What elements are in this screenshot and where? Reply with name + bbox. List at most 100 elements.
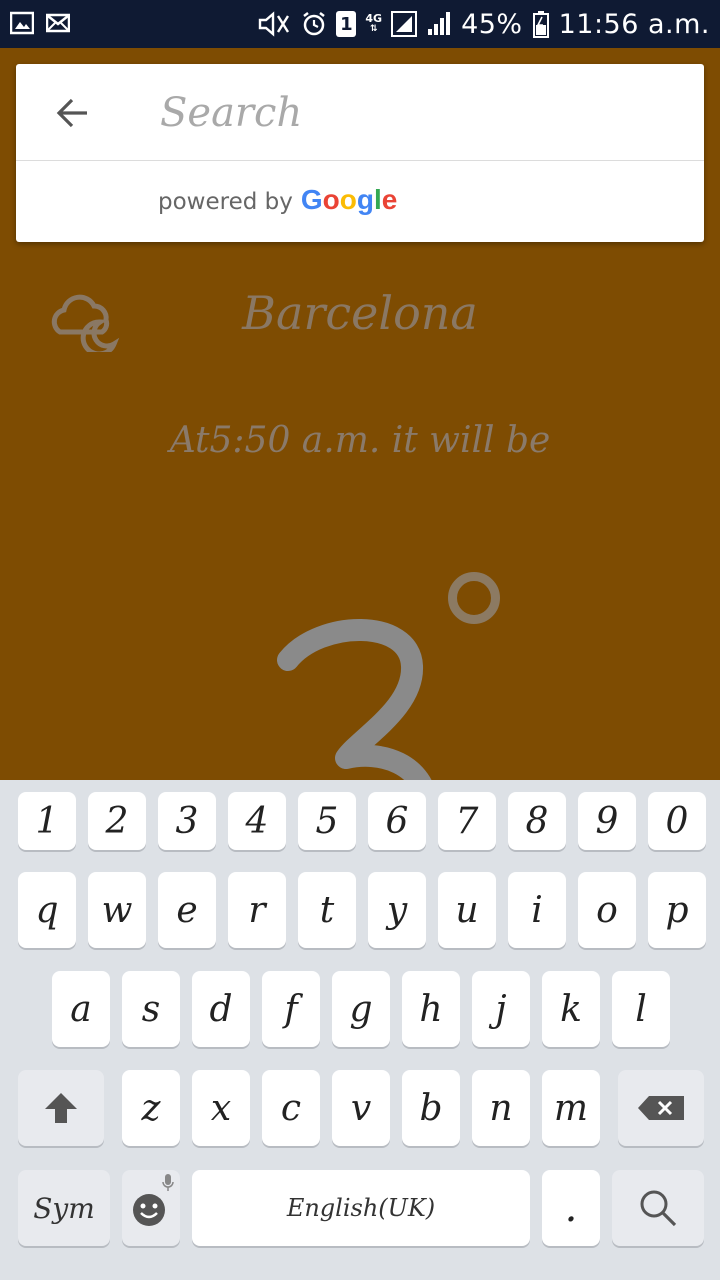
- search-panel: powered by Google: [16, 64, 704, 242]
- key-label: d: [209, 988, 233, 1030]
- sym-key[interactable]: Sym: [18, 1170, 110, 1246]
- key-p[interactable]: p: [648, 872, 706, 948]
- space-key[interactable]: English(UK): [192, 1170, 530, 1246]
- google-letter: l: [373, 184, 382, 215]
- search-input[interactable]: [160, 84, 680, 142]
- key-o[interactable]: o: [578, 872, 636, 948]
- key-i[interactable]: i: [508, 872, 566, 948]
- forecast-text: At5:50 a.m. it will be: [169, 420, 551, 461]
- temperature-value: [277, 619, 432, 780]
- network-4g-icon: 4G ⇅: [365, 12, 383, 34]
- key-x[interactable]: x: [192, 1070, 250, 1146]
- google-logo: Google: [301, 184, 397, 216]
- key-w[interactable]: w: [88, 872, 146, 948]
- google-letter: o: [322, 184, 340, 215]
- key-label: 3: [175, 800, 199, 842]
- alarm-icon: [303, 12, 326, 36]
- key-label: o: [596, 889, 618, 931]
- city-name: Barcelona: [242, 286, 478, 340]
- key-label: s: [141, 988, 161, 1030]
- arrow-left-icon: [56, 98, 87, 128]
- battery-icon: [532, 11, 549, 38]
- key-label: 0: [665, 800, 689, 842]
- key-label: v: [350, 1087, 372, 1129]
- key-7[interactable]: 7: [438, 792, 496, 850]
- sim-icon: 1: [336, 11, 357, 37]
- google-letter: G: [300, 184, 323, 215]
- key-d[interactable]: d: [192, 971, 250, 1047]
- space-label: English(UK): [286, 1194, 436, 1222]
- key-5[interactable]: 5: [298, 792, 356, 850]
- key-label: p: [665, 889, 689, 931]
- google-letter: o: [339, 184, 357, 215]
- period-key[interactable]: .: [542, 1170, 600, 1246]
- key-6[interactable]: 6: [368, 792, 426, 850]
- emoji-key[interactable]: [122, 1170, 180, 1246]
- key-j[interactable]: j: [472, 971, 530, 1047]
- key-label: f: [284, 988, 298, 1030]
- key-label: b: [419, 1087, 443, 1129]
- key-s[interactable]: s: [122, 971, 180, 1047]
- search-key[interactable]: [612, 1170, 704, 1246]
- key-label: y: [386, 889, 408, 931]
- key-k[interactable]: k: [542, 971, 600, 1047]
- key-label: c: [280, 1087, 302, 1129]
- search-icon: [640, 1190, 677, 1227]
- degree-symbol: [448, 572, 500, 624]
- key-3[interactable]: 3: [158, 792, 216, 850]
- key-y[interactable]: y: [368, 872, 426, 948]
- back-button[interactable]: [46, 86, 100, 140]
- key-z[interactable]: z: [122, 1070, 180, 1146]
- key-v[interactable]: v: [332, 1070, 390, 1146]
- key-label: j: [495, 988, 507, 1030]
- google-letter: g: [356, 184, 374, 215]
- key-e[interactable]: e: [158, 872, 216, 948]
- key-a[interactable]: a: [52, 971, 110, 1047]
- key-u[interactable]: u: [438, 872, 496, 948]
- key-label: 8: [525, 800, 549, 842]
- key-label: e: [176, 889, 198, 931]
- backspace-icon: [638, 1096, 684, 1120]
- key-2[interactable]: 2: [88, 792, 146, 850]
- key-n[interactable]: n: [472, 1070, 530, 1146]
- key-4[interactable]: 4: [228, 792, 286, 850]
- key-label: i: [531, 889, 543, 931]
- key-8[interactable]: 8: [508, 792, 566, 850]
- mute-icon: [259, 11, 290, 37]
- clock: 11:56 a.m.: [558, 8, 710, 40]
- key-label: h: [419, 988, 443, 1030]
- key-r[interactable]: r: [228, 872, 286, 948]
- wifi-signal-icon: [391, 11, 418, 37]
- key-label: 1: [35, 800, 59, 842]
- key-h[interactable]: h: [402, 971, 460, 1047]
- key-1[interactable]: 1: [18, 792, 76, 850]
- powered-by-text: powered by: [158, 189, 293, 215]
- key-label: z: [141, 1087, 161, 1129]
- period-label: .: [564, 1185, 578, 1231]
- key-t[interactable]: t: [298, 872, 356, 948]
- key-f[interactable]: f: [262, 971, 320, 1047]
- mail-icon: [46, 13, 70, 33]
- key-0[interactable]: 0: [648, 792, 706, 850]
- key-label: 7: [455, 800, 479, 842]
- key-9[interactable]: 9: [578, 792, 636, 850]
- key-label: x: [210, 1087, 232, 1129]
- key-label: u: [455, 889, 479, 931]
- key-q[interactable]: q: [18, 872, 76, 948]
- key-label: 5: [315, 800, 339, 842]
- key-label: r: [248, 889, 266, 931]
- emoji-icon: [133, 1194, 165, 1226]
- backspace-key[interactable]: [618, 1070, 704, 1146]
- key-c[interactable]: c: [262, 1070, 320, 1146]
- divider: [16, 160, 704, 161]
- key-label: q: [35, 889, 59, 931]
- shift-key[interactable]: [18, 1070, 104, 1146]
- key-label: m: [553, 1087, 589, 1129]
- key-b[interactable]: b: [402, 1070, 460, 1146]
- key-g[interactable]: g: [332, 971, 390, 1047]
- key-label: k: [560, 988, 582, 1030]
- key-l[interactable]: l: [612, 971, 670, 1047]
- key-m[interactable]: m: [542, 1070, 600, 1146]
- mic-icon: [162, 1174, 174, 1191]
- key-label: w: [101, 889, 133, 931]
